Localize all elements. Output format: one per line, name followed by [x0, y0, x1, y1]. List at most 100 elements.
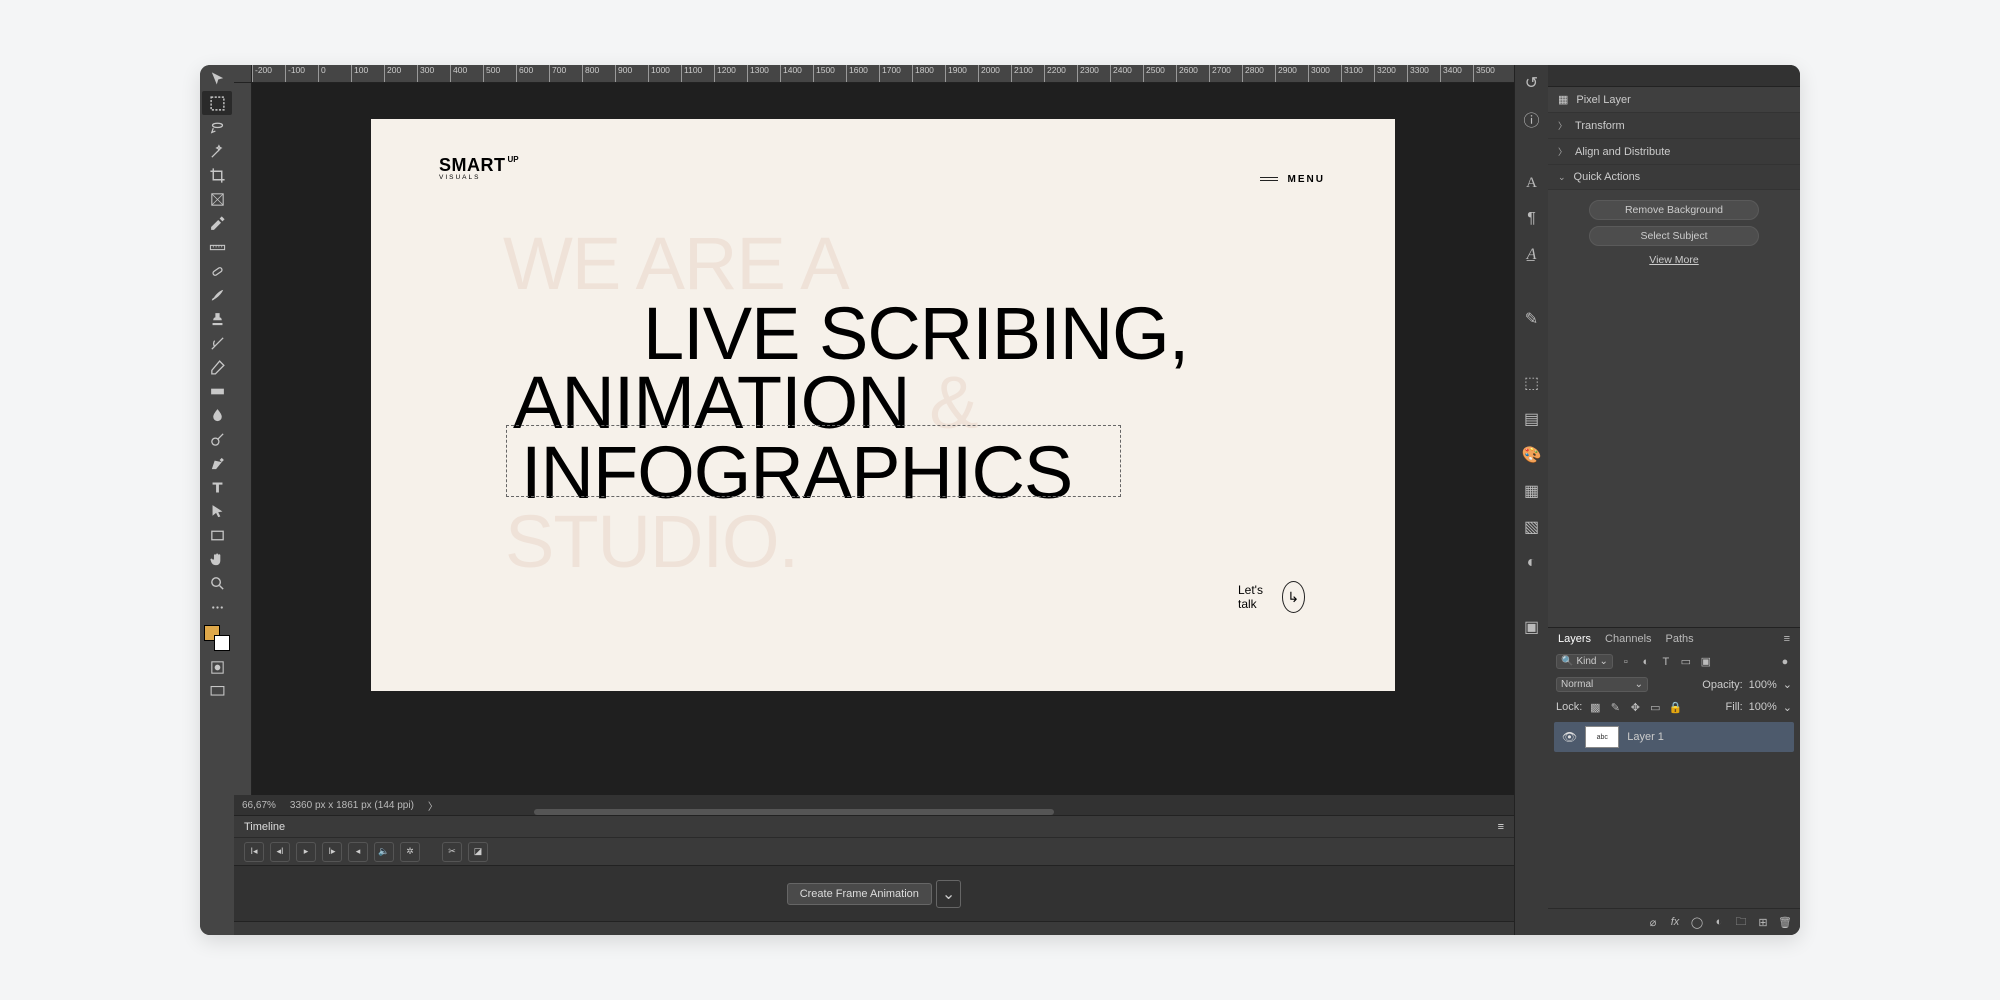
menu-button[interactable]: MENU: [1260, 174, 1325, 185]
pen-tool-icon[interactable]: [202, 451, 232, 475]
eyedropper-tool-icon[interactable]: [202, 211, 232, 235]
filter-kind-select[interactable]: 🔍Kind⌄: [1556, 654, 1613, 669]
lock-paint-icon[interactable]: ✎: [1608, 700, 1622, 714]
site-logo: SMARTUP VISUALS: [439, 155, 519, 181]
lock-label: Lock:: [1556, 701, 1582, 713]
healing-tool-icon[interactable]: [202, 259, 232, 283]
tab-paths[interactable]: Paths: [1666, 633, 1694, 645]
scrollbar-horizontal[interactable]: [534, 809, 1054, 815]
quick-actions-section[interactable]: ⌄Quick Actions: [1548, 165, 1800, 190]
brush-tool-icon[interactable]: [202, 283, 232, 307]
tab-channels[interactable]: Channels: [1605, 633, 1651, 645]
history-panel-icon[interactable]: ↺: [1522, 73, 1542, 93]
gradients-panel-icon[interactable]: ▧: [1522, 517, 1542, 537]
3d-panel-icon[interactable]: ⬚: [1522, 373, 1542, 393]
filter-image-icon[interactable]: ▫: [1619, 655, 1633, 669]
chevron-down-icon[interactable]: ⌄: [936, 880, 961, 908]
chevron-right-icon[interactable]: 〉: [428, 798, 438, 813]
lock-artboard-icon[interactable]: ▭: [1648, 700, 1662, 714]
transition-icon[interactable]: ◪: [468, 842, 488, 862]
first-frame-icon[interactable]: I◂: [244, 842, 264, 862]
mask-icon[interactable]: ◯: [1690, 915, 1704, 929]
frame-tool-icon[interactable]: [202, 187, 232, 211]
marquee-tool-icon[interactable]: [202, 91, 232, 115]
zoom-level[interactable]: 66,67%: [242, 800, 276, 811]
filter-toggle-icon[interactable]: ●: [1778, 655, 1792, 669]
layer-thumbnail: abc: [1585, 726, 1619, 748]
hero-heading: WE ARE A LIVE SCRIBING, ANIMATION & INFO…: [503, 229, 1188, 577]
lasso-tool-icon[interactable]: [202, 115, 232, 139]
last-frame-icon[interactable]: ◂: [348, 842, 368, 862]
split-icon[interactable]: ✂: [442, 842, 462, 862]
opacity-value[interactable]: 100%: [1749, 679, 1777, 691]
settings-icon[interactable]: ✲: [400, 842, 420, 862]
lock-transparent-icon[interactable]: ▩: [1588, 700, 1602, 714]
history-brush-tool-icon[interactable]: [202, 331, 232, 355]
delete-layer-icon[interactable]: 🗑: [1778, 915, 1792, 929]
play-icon[interactable]: ▸: [296, 842, 316, 862]
color-swatches[interactable]: [204, 625, 230, 651]
lock-position-icon[interactable]: ✥: [1628, 700, 1642, 714]
panel-menu-icon[interactable]: ≡: [1498, 821, 1504, 833]
panel-menu-icon[interactable]: ≡: [1784, 633, 1790, 645]
color-panel-icon[interactable]: 🎨: [1522, 445, 1542, 465]
eraser-tool-icon[interactable]: [202, 355, 232, 379]
wand-tool-icon[interactable]: [202, 139, 232, 163]
brushes-panel-icon[interactable]: ✎: [1522, 309, 1542, 329]
next-frame-icon[interactable]: I▸: [322, 842, 342, 862]
filter-adjust-icon[interactable]: ◐: [1639, 655, 1653, 669]
remove-background-button[interactable]: Remove Background: [1589, 200, 1759, 220]
dodge-tool-icon[interactable]: [202, 427, 232, 451]
move-tool-icon[interactable]: [202, 67, 232, 91]
layer-name[interactable]: Layer 1: [1627, 731, 1664, 743]
mask-mode-icon[interactable]: [202, 655, 232, 679]
filter-shape-icon[interactable]: ▭: [1679, 655, 1693, 669]
filter-smart-icon[interactable]: ▣: [1699, 655, 1713, 669]
adjustment-layer-icon[interactable]: ◐: [1712, 915, 1726, 929]
view-more-link[interactable]: View More: [1649, 254, 1698, 266]
create-frame-animation-button[interactable]: Create Frame Animation: [787, 883, 932, 905]
fx-icon[interactable]: fx: [1668, 915, 1682, 929]
glyphs-panel-icon[interactable]: A̲: [1522, 245, 1542, 265]
filter-type-icon[interactable]: T: [1659, 655, 1673, 669]
select-subject-button[interactable]: Select Subject: [1589, 226, 1759, 246]
fill-label: Fill:: [1726, 701, 1743, 713]
lets-talk-link[interactable]: Let's talk ↳: [1238, 581, 1305, 613]
shape-tool-icon[interactable]: [202, 523, 232, 547]
link-layers-icon[interactable]: ⌀: [1646, 915, 1660, 929]
fill-value[interactable]: 100%: [1749, 701, 1777, 713]
patterns-panel-icon[interactable]: ▣: [1522, 617, 1542, 637]
character-panel-icon[interactable]: A: [1522, 173, 1542, 193]
stamp-tool-icon[interactable]: [202, 307, 232, 331]
swatches-panel-icon[interactable]: ▦: [1522, 481, 1542, 501]
doc-dimensions: 3360 px x 1861 px (144 ppi): [290, 800, 414, 811]
crop-tool-icon[interactable]: [202, 163, 232, 187]
new-layer-icon[interactable]: ⊞: [1756, 915, 1770, 929]
screen-mode-icon[interactable]: [202, 679, 232, 703]
lock-all-icon[interactable]: 🔒: [1668, 700, 1682, 714]
prev-frame-icon[interactable]: ◂I: [270, 842, 290, 862]
path-select-tool-icon[interactable]: [202, 499, 232, 523]
ruler-tool-icon[interactable]: [202, 235, 232, 259]
layers-panel: Layers Channels Paths ≡ 🔍Kind⌄ ▫ ◐ T ▭ ▣…: [1548, 627, 1800, 935]
timeline-controls: I◂ ◂I ▸ I▸ ◂ 🔈 ✲ ✂ ◪: [234, 837, 1514, 865]
more-tools-icon[interactable]: [202, 595, 232, 619]
info-panel-icon[interactable]: ⓘ: [1522, 109, 1542, 129]
adjustments-panel-icon[interactable]: ◐: [1522, 553, 1542, 573]
group-icon[interactable]: 🗀: [1734, 915, 1748, 929]
canvas-viewport[interactable]: SMARTUP VISUALS MENU WE ARE A LIVE SCRIB…: [252, 83, 1514, 795]
gradient-tool-icon[interactable]: [202, 379, 232, 403]
blend-mode-select[interactable]: Normal⌄: [1556, 677, 1648, 692]
blur-tool-icon[interactable]: [202, 403, 232, 427]
hand-tool-icon[interactable]: [202, 547, 232, 571]
align-section[interactable]: 〉Align and Distribute: [1548, 139, 1800, 165]
libraries-panel-icon[interactable]: ▤: [1522, 409, 1542, 429]
paragraph-panel-icon[interactable]: ¶: [1522, 209, 1542, 229]
tab-layers[interactable]: Layers: [1558, 633, 1591, 645]
transform-section[interactable]: 〉Transform: [1548, 113, 1800, 139]
type-tool-icon[interactable]: [202, 475, 232, 499]
layer-row[interactable]: 👁 abc Layer 1: [1554, 722, 1794, 752]
zoom-tool-icon[interactable]: [202, 571, 232, 595]
audio-icon[interactable]: 🔈: [374, 842, 394, 862]
visibility-icon[interactable]: 👁: [1562, 730, 1577, 744]
